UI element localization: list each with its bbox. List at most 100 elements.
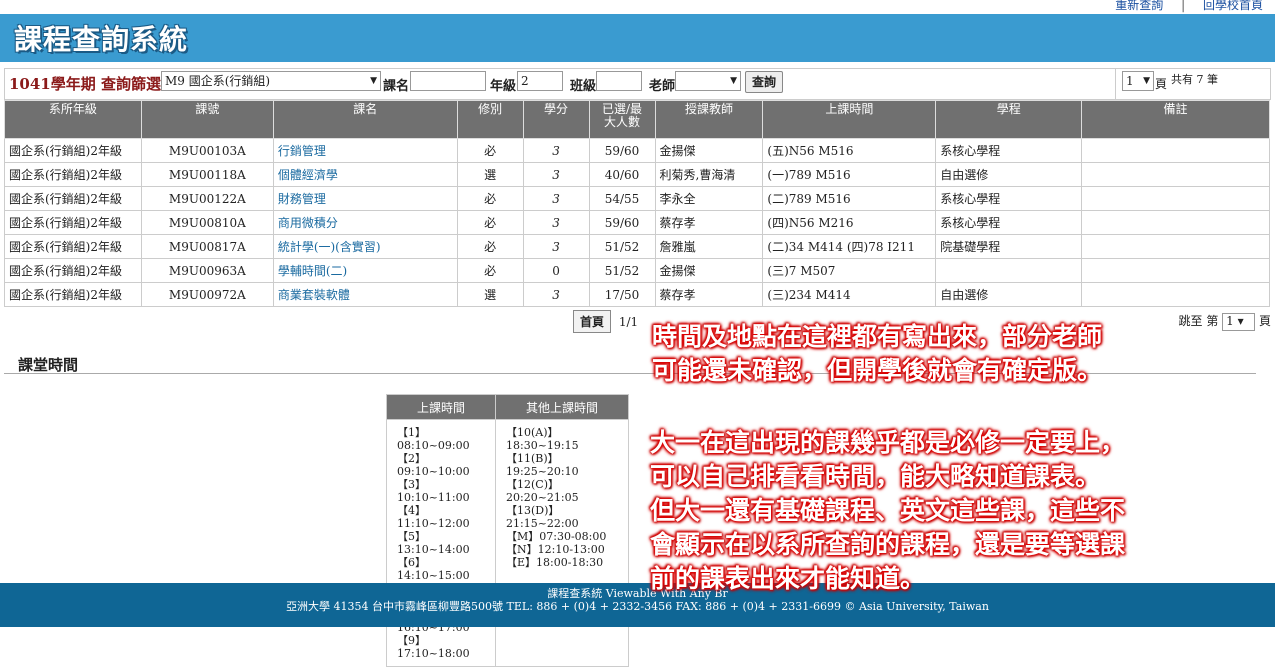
enrollment-cell: 51/52 xyxy=(588,234,656,259)
course-name-label: 課名 xyxy=(383,79,410,94)
note-cell xyxy=(1081,282,1270,307)
course-id-cell: M9U00122A xyxy=(140,186,274,211)
course-id-cell: M9U00810A xyxy=(140,210,274,235)
period-entry: 【11(B)】19:25~20:10 xyxy=(506,452,579,478)
query-filter-bar: 1041學年期 查詢篩選 M9 國企系(行銷組) 課名 年級 2 班級 老師 查… xyxy=(4,68,1271,100)
dept-grade-cell: 國企系(行銷組)2年級 xyxy=(4,234,142,259)
course-name-input[interactable] xyxy=(410,71,486,91)
page-title: 課程查詢系統 xyxy=(14,23,189,56)
teacher-cell: 蔡存孝 xyxy=(654,210,764,235)
note-cell xyxy=(1081,162,1270,187)
annotation-line: 但大一還有基礎課程、英文這些課，這些不 xyxy=(650,496,1126,525)
table-row: 國企系(行銷組)2年級 M9U00963A 學輔時間(二) 必 0 51/52 金揚傑 (三)… xyxy=(4,258,1270,283)
class-time-cell: (二)34 M414 (四)78 I211 xyxy=(762,234,937,259)
class-input[interactable] xyxy=(596,71,642,91)
period-header: 上課時間 xyxy=(386,394,496,420)
note-cell xyxy=(1081,210,1270,235)
jump-page-select[interactable]: 1 ▾ xyxy=(1222,312,1256,331)
program-cell xyxy=(935,258,1083,283)
teacher-select[interactable] xyxy=(675,71,741,91)
class-label: 班級 xyxy=(570,79,597,94)
page-suffix: 頁 xyxy=(1155,77,1168,91)
jump-label: 跳至 第 xyxy=(1178,314,1219,328)
course-table: 系所年級 課號 課名 修別 學分 已選/最大人數 授課教師 上課時間 學程 備註… xyxy=(4,100,1270,307)
program-cell: 自由選修 xyxy=(935,162,1083,187)
page-count: 1/1 xyxy=(618,315,639,329)
annotation-line: 會顯示在以系所查詢的課程，還是要等選課 xyxy=(650,530,1126,559)
note-cell xyxy=(1081,138,1270,163)
credits-cell: 3 xyxy=(522,234,590,259)
note-cell xyxy=(1081,234,1270,259)
table-row: 國企系(行銷組)2年級 M9U00810A 商用微積分必 3 59/60 蔡存孝 (四)N5… xyxy=(4,210,1270,235)
course-name-link[interactable]: 統計學(一)(含實習) xyxy=(272,234,458,259)
required-type-cell: 必 xyxy=(456,258,524,283)
grade-label: 年級 xyxy=(490,79,517,94)
credits-cell: 3 xyxy=(522,282,590,307)
course-name-link[interactable]: 行銷管理 xyxy=(272,138,458,163)
teacher-cell: 蔡存孝 xyxy=(654,282,764,307)
class-time-cell: (五)N56 M516 xyxy=(762,138,937,163)
first-page-button[interactable]: 首頁 xyxy=(573,310,612,333)
page-select-value: 1 xyxy=(1126,74,1134,88)
enrollment-cell: 59/60 xyxy=(588,138,656,163)
table-row: 國企系(行銷組)2年級 M9U00103A 行銷管理必 3 59/60 金揚傑 (五)N56… xyxy=(4,138,1270,163)
course-name-link[interactable]: 商用微積分 xyxy=(272,210,458,235)
query-button[interactable]: 查詢 xyxy=(745,71,784,93)
header-banner: 課程查詢系統 xyxy=(0,14,1275,62)
program-cell: 系核心學程 xyxy=(935,210,1083,235)
total-count: 共有 7 筆 xyxy=(1171,73,1218,86)
annotation-line: 前的課表出來才能知道。 xyxy=(650,564,926,593)
grade-input[interactable]: 2 xyxy=(517,71,563,91)
period-entry: 【5】13:10~14:00 xyxy=(397,530,470,556)
course-name-link[interactable]: 個體經濟學 xyxy=(272,162,458,187)
dept-grade-cell: 國企系(行銷組)2年級 xyxy=(4,138,142,163)
class-time-cell: (四)N56 M216 xyxy=(762,210,937,235)
jump-suffix: 頁 xyxy=(1258,314,1271,328)
col-header: 學程 xyxy=(935,100,1083,139)
col-header: 學分 xyxy=(522,100,590,139)
program-cell: 院基礎學程 xyxy=(935,234,1083,259)
course-name-link[interactable]: 商業套裝軟體 xyxy=(272,282,458,307)
required-type-cell: 必 xyxy=(456,186,524,211)
course-id-cell: M9U00118A xyxy=(140,162,274,187)
course-name-link[interactable]: 財務管理 xyxy=(272,186,458,211)
course-id-cell: M9U00972A xyxy=(140,282,274,307)
teacher-cell: 詹雅嵐 xyxy=(654,234,764,259)
table-row: 國企系(行銷組)2年級 M9U00817A 統計學(一)(含實習) 必 3 51/52 詹雅… xyxy=(4,234,1270,259)
course-id-cell: M9U00103A xyxy=(140,138,274,163)
teacher-cell: 金揚傑 xyxy=(654,138,764,163)
school-home-link[interactable]: 回學校首頁 xyxy=(1203,0,1263,13)
dept-grade-cell: 國企系(行銷組)2年級 xyxy=(4,282,142,307)
dept-grade-cell: 國企系(行銷組)2年級 xyxy=(4,258,142,283)
credits-cell: 3 xyxy=(522,186,590,211)
period-entry: 【2】09:10~10:00 xyxy=(397,452,470,478)
period-entry: 【4】11:10~12:00 xyxy=(397,504,470,530)
note-cell xyxy=(1081,186,1270,211)
teacher-cell: 利菊秀,曹海清 xyxy=(654,162,764,187)
col-header: 修別 xyxy=(456,100,524,139)
annotation-line: 可以自己排看看時間，能大略知道課表。 xyxy=(650,462,1101,491)
page-jump: 跳至 第 1 ▾ 頁 xyxy=(1178,312,1271,331)
page-select[interactable]: 1 xyxy=(1122,71,1154,91)
annotation-note-1: 時間及地點在這裡都有寫出來，部分老師 可能還未確認，但開學後就會有確定版。 xyxy=(652,320,1102,388)
required-type-cell: 必 xyxy=(456,234,524,259)
col-header: 備註 xyxy=(1081,100,1270,139)
department-select[interactable]: M9 國企系(行銷組) xyxy=(161,71,381,91)
col-header: 課名 xyxy=(272,100,458,139)
course-name-link[interactable]: 學輔時間(二) xyxy=(272,258,458,283)
enrollment-cell: 17/50 xyxy=(588,282,656,307)
credits-cell: 3 xyxy=(522,210,590,235)
enrollment-cell: 51/52 xyxy=(588,258,656,283)
dept-grade-cell: 國企系(行銷組)2年級 xyxy=(4,186,142,211)
table-row: 國企系(行銷組)2年級 M9U00972A 商業套裝軟體選 3 17/50 蔡存孝 (三)2… xyxy=(4,282,1270,307)
top-links: 重新查詢 | 回學校首頁 xyxy=(1115,0,1263,13)
requery-link[interactable]: 重新查詢 xyxy=(1115,0,1163,13)
table-header-row: 系所年級 課號 課名 修別 學分 已選/最大人數 授課教師 上課時間 學程 備註 xyxy=(4,100,1270,139)
credits-cell: 3 xyxy=(522,138,590,163)
class-time-cell: (三)234 M414 xyxy=(762,282,937,307)
enrollment-cell: 40/60 xyxy=(588,162,656,187)
course-id-cell: M9U00817A xyxy=(140,234,274,259)
course-id-cell: M9U00963A xyxy=(140,258,274,283)
required-type-cell: 選 xyxy=(456,282,524,307)
col-header: 已選/最大人數 xyxy=(588,100,656,139)
